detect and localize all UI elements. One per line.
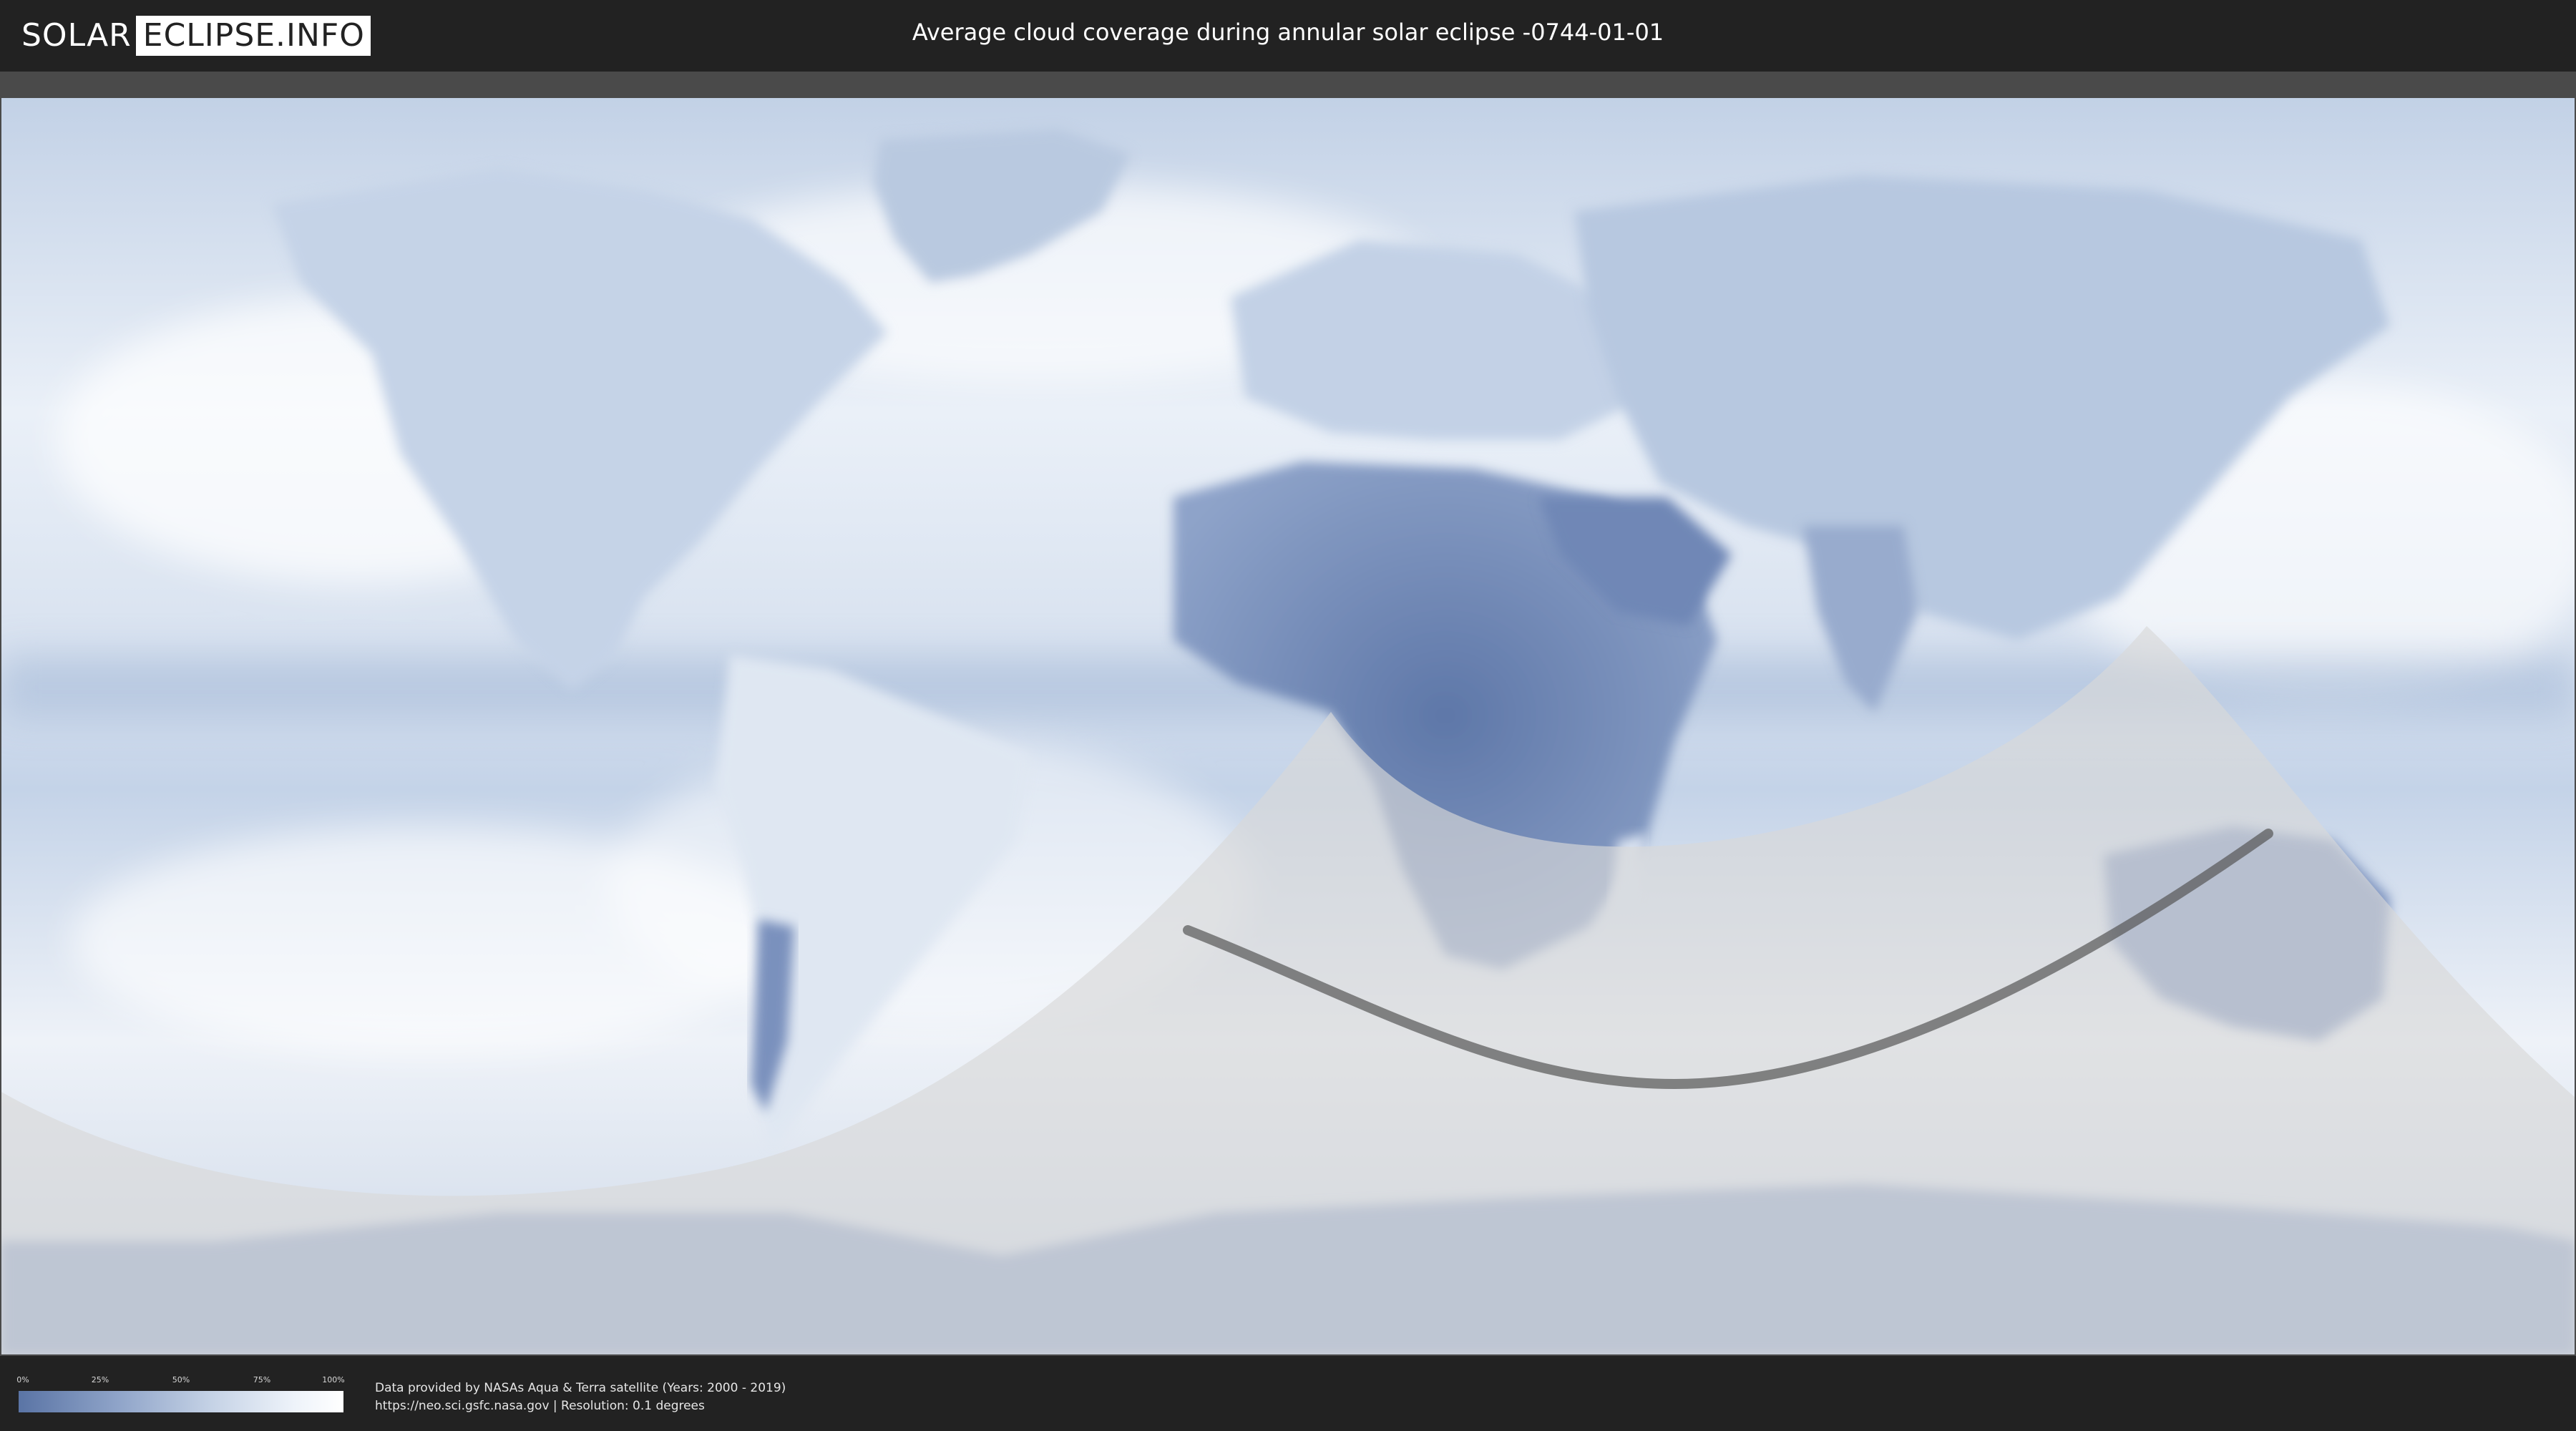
cloud-coverage-map[interactable] (0, 97, 2576, 1356)
page: SOLAR ECLIPSE.INFO Average cloud coverag… (0, 0, 2576, 1431)
data-credits: Data provided by NASAs Aqua & Terra sate… (375, 1379, 786, 1415)
page-title: Average cloud coverage during annular so… (912, 19, 1664, 46)
legend-tick-75: 75% (253, 1375, 271, 1384)
legend-tick-25: 25% (91, 1375, 109, 1384)
cloud-coverage-legend: 0% 25% 50% 75% 100% (16, 1375, 345, 1414)
legend-tick-50: 50% (172, 1375, 190, 1384)
legend-color-bar (19, 1391, 343, 1412)
credits-line-resolution: https://neo.sci.gsfc.nasa.gov | Resoluti… (375, 1399, 705, 1413)
credits-line-source: Data provided by NASAs Aqua & Terra sate… (375, 1381, 786, 1395)
header-bar: SOLAR ECLIPSE.INFO Average cloud coverag… (0, 0, 2576, 72)
map-top-border (0, 72, 2576, 100)
legend-tick-0: 0% (16, 1375, 29, 1384)
legend-tick-100: 100% (322, 1375, 345, 1384)
